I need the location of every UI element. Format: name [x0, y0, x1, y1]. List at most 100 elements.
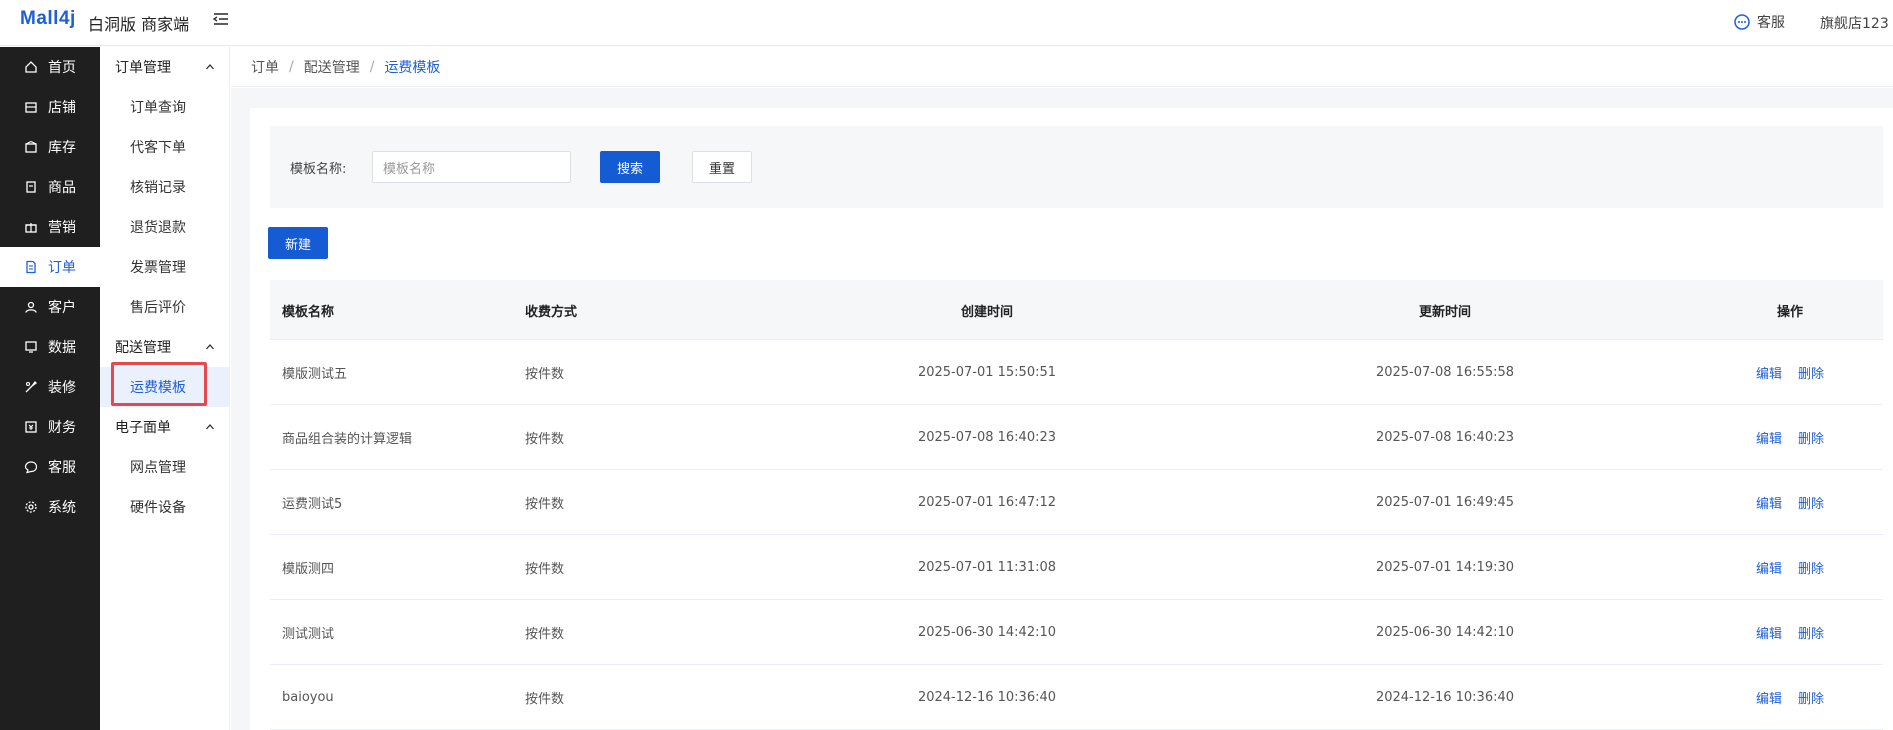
edit-link[interactable]: 编辑	[1756, 363, 1782, 382]
chat-icon	[24, 461, 38, 474]
new-template-button[interactable]: 新建	[268, 227, 328, 259]
cell-fee: 按件数	[525, 367, 565, 382]
cell-created: 2025-07-01 11:31:08	[917, 560, 1057, 575]
cell-updated: 2024-12-16 10:36:40	[1375, 690, 1515, 705]
delete-link[interactable]: 删除	[1798, 688, 1824, 707]
nav-item-service[interactable]: 客服	[0, 447, 100, 487]
nav-item-finance[interactable]: 财务	[0, 407, 100, 447]
service-label: 客服	[1757, 15, 1785, 31]
group-title: 订单管理	[115, 60, 171, 76]
finance-icon	[25, 421, 37, 433]
cell-created: 2025-07-08 16:40:23	[917, 430, 1057, 445]
column-header-updated: 更新时间	[1418, 304, 1471, 320]
delete-link[interactable]: 删除	[1798, 363, 1824, 382]
cell-updated: 2025-07-08 16:55:58	[1375, 365, 1515, 380]
nav-label: 装修	[48, 380, 76, 396]
nav-item-marketing[interactable]: 营销	[0, 207, 100, 247]
search-label: 模板名称:	[290, 162, 347, 177]
cell-created: 2025-07-01 16:47:12	[917, 495, 1057, 510]
nav-label: 营销	[48, 220, 76, 236]
shop-name[interactable]: 旗舰店123	[1820, 13, 1889, 33]
submenu-item-order-query[interactable]: 订单查询	[100, 87, 229, 127]
logo[interactable]: Mall4j	[20, 8, 76, 30]
delete-link[interactable]: 删除	[1798, 493, 1824, 512]
cell-fee: 按件数	[525, 432, 565, 447]
nav-item-system[interactable]: 系统	[0, 487, 100, 527]
breadcrumb-item-order[interactable]: 订单	[251, 57, 279, 77]
edit-link[interactable]: 编辑	[1756, 688, 1782, 707]
cell-created: 2025-06-30 14:42:10	[917, 625, 1057, 640]
cell-actions: 编辑 删除	[1730, 405, 1850, 470]
cell-updated: 2025-07-01 16:49:45	[1375, 495, 1515, 510]
submenu-group-e-waybill[interactable]: 电子面单	[100, 407, 229, 447]
nav-label: 商品	[48, 180, 76, 196]
collapse-menu-icon[interactable]	[212, 10, 230, 28]
edit-link[interactable]: 编辑	[1756, 493, 1782, 512]
delete-link[interactable]: 删除	[1798, 558, 1824, 577]
edit-link[interactable]: 编辑	[1756, 623, 1782, 642]
template-name-input[interactable]: 模板名称	[372, 151, 571, 183]
nav-item-inventory[interactable]: 库存	[0, 127, 100, 167]
submenu-item-outlet[interactable]: 网点管理	[100, 447, 229, 487]
breadcrumb: 订单 / 配送管理 / 运费模板	[231, 47, 1893, 87]
breadcrumb-item-delivery[interactable]: 配送管理	[304, 57, 360, 77]
goods-icon	[26, 181, 36, 193]
nav-label: 系统	[48, 500, 76, 516]
nav-item-goods[interactable]: 商品	[0, 167, 100, 207]
submenu-group-order-management[interactable]: 订单管理	[100, 47, 229, 87]
cell-created: 2024-12-16 10:36:40	[917, 690, 1057, 705]
submenu-item-review[interactable]: 售后评价	[100, 287, 229, 327]
nav-item-customer[interactable]: 客户	[0, 287, 100, 327]
submenu-item-refund[interactable]: 退货退款	[100, 207, 229, 247]
reset-button[interactable]: 重置	[692, 151, 752, 183]
cell-updated: 2025-07-01 14:19:30	[1375, 560, 1515, 575]
brand-title: 白洞版 商家端	[88, 15, 190, 34]
nav-item-store[interactable]: 店铺	[0, 87, 100, 127]
breadcrumb-separator: /	[369, 58, 375, 75]
delete-link[interactable]: 删除	[1798, 623, 1824, 642]
search-button[interactable]: 搜索	[600, 151, 660, 183]
delete-link[interactable]: 删除	[1798, 428, 1824, 447]
nav-label: 数据	[48, 340, 76, 356]
cell-name: baioyou	[282, 690, 334, 705]
nav-item-home[interactable]: 首页	[0, 47, 100, 87]
nav-item-decorate[interactable]: 装修	[0, 367, 100, 407]
cell-created: 2025-07-01 15:50:51	[917, 365, 1057, 380]
gift-icon	[25, 223, 37, 233]
decorate-icon	[25, 381, 37, 393]
cell-updated: 2025-06-30 14:42:10	[1375, 625, 1515, 640]
cell-fee: 按件数	[525, 497, 565, 512]
cell-actions: 编辑 删除	[1730, 340, 1850, 405]
nav-item-order[interactable]: 订单	[0, 247, 100, 287]
customer-service-link[interactable]: 客服	[1733, 12, 1785, 32]
chevron-up-icon	[206, 344, 214, 350]
settings-icon	[25, 501, 37, 513]
submenu-group-delivery[interactable]: 配送管理	[100, 327, 229, 367]
home-icon	[25, 61, 37, 73]
main-sidebar: 首页 店铺 库存 商品 营销 订单 客户 数据 装修 财务 客服 系统	[0, 47, 100, 730]
nav-label: 订单	[48, 260, 76, 276]
submenu-item-hardware[interactable]: 硬件设备	[100, 487, 229, 527]
cell-name: 商品组合装的计算逻辑	[282, 432, 413, 447]
edit-link[interactable]: 编辑	[1756, 558, 1782, 577]
nav-label: 首页	[48, 60, 76, 76]
highlight-annotation	[111, 362, 207, 406]
nav-label: 客户	[48, 300, 76, 316]
table-row: 商品组合装的计算逻辑 按件数 2025-07-08 16:40:23 2025-…	[270, 405, 1883, 470]
nav-item-data[interactable]: 数据	[0, 327, 100, 367]
cell-name: 模版测试五	[282, 367, 348, 382]
nav-label: 库存	[48, 140, 76, 156]
store-icon	[25, 102, 37, 113]
submenu-item-invoice[interactable]: 发票管理	[100, 247, 229, 287]
submenu-item-verification[interactable]: 核销记录	[100, 167, 229, 207]
table-row: 运费测试5 按件数 2025-07-01 16:47:12 2025-07-01…	[270, 470, 1883, 535]
edit-link[interactable]: 编辑	[1756, 428, 1782, 447]
table-row: baioyou 按件数 2024-12-16 10:36:40 2024-12-…	[270, 665, 1883, 730]
submenu-item-proxy-order[interactable]: 代客下单	[100, 127, 229, 167]
cell-actions: 编辑 删除	[1730, 600, 1850, 665]
cell-fee: 按件数	[525, 562, 565, 577]
nav-label: 财务	[48, 420, 76, 436]
cell-actions: 编辑 删除	[1730, 535, 1850, 600]
cell-actions: 编辑 删除	[1730, 470, 1850, 535]
chevron-up-icon	[206, 424, 214, 430]
